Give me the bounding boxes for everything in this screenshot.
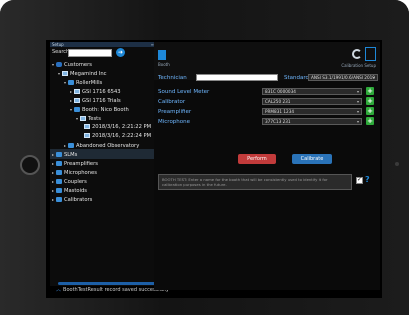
tree-item-tests[interactable]: ▾ Tests: [76, 114, 101, 123]
tree-label: Mastoids: [64, 188, 88, 194]
search-go-icon[interactable]: ➜: [116, 48, 125, 57]
tree-item-test-2[interactable]: 2018/3/16, 2:22:24 PM: [84, 132, 151, 141]
tree-item-microphones[interactable]: ▸ Microphones: [52, 168, 97, 177]
site-icon: [68, 143, 74, 148]
tree-label: GSI 1716 Trials: [82, 98, 121, 104]
tree-item-customers[interactable]: ▾ Customers: [52, 60, 92, 69]
tree-label: Customers: [64, 62, 92, 68]
calibrate-button[interactable]: Calibrate: [292, 154, 332, 164]
standard-label: Standard: [284, 75, 310, 81]
booth-label: Booth: [158, 62, 170, 67]
folder-icon: [56, 170, 62, 175]
home-button-icon[interactable]: [20, 155, 40, 175]
tree-item-slms[interactable]: ▸ SLMs: [52, 150, 77, 159]
tree-label: RollerMills: [76, 80, 103, 86]
calibration-setup-icon[interactable]: [365, 47, 376, 61]
add-slm-button[interactable]: +: [366, 87, 374, 95]
setup-title: Setup: [52, 42, 64, 47]
people-icon: [56, 62, 62, 67]
tree-item-calibrators[interactable]: ▸ Calibrators: [52, 195, 92, 204]
technician-input[interactable]: [196, 74, 278, 81]
tree-label: Couplers: [64, 179, 87, 185]
folder-icon: [56, 161, 62, 166]
device-icon: [74, 89, 80, 94]
chevron-down-icon: ▾: [356, 119, 359, 124]
microphone-label: Microphone: [158, 119, 191, 125]
slm-label: Sound Level Meter: [158, 89, 210, 95]
test-record-icon: [84, 133, 90, 138]
folder-icon: [56, 179, 62, 184]
device-icon: [74, 98, 80, 103]
tree-label: SLMs: [64, 152, 78, 158]
tree-item-booth[interactable]: ▾ Booth: Nico Booth: [70, 105, 129, 114]
booth-icon: [74, 107, 80, 112]
search-input[interactable]: [68, 49, 112, 57]
tree-item-rollermills[interactable]: ▾ RollerMills: [64, 78, 102, 87]
add-microphone-button[interactable]: +: [366, 117, 374, 125]
perform-button[interactable]: Perform: [238, 154, 276, 164]
setup-header: Setup ≡: [50, 42, 156, 47]
refresh-icon[interactable]: [352, 49, 362, 59]
tree-label: Megamind Inc: [70, 71, 107, 77]
app-screen: Setup ≡ Search ➜ ▾ Customers ▾ Megamind In…: [46, 40, 382, 298]
tree-label: 2018/3/16, 2:22:24 PM: [92, 133, 152, 139]
chevron-down-icon: ▾: [372, 75, 375, 80]
search-row: Search ➜: [50, 48, 156, 58]
folder-icon: [56, 197, 62, 202]
help-icon[interactable]: ?: [365, 175, 370, 184]
detail-panel: Booth Calibration Setup Technician Stand…: [154, 42, 380, 290]
calibrator-label: Calibrator: [158, 99, 186, 105]
microphone-select[interactable]: 377C13 231 ▾: [262, 118, 362, 125]
calibrator-select[interactable]: CAL250 231 ▾: [262, 98, 362, 105]
tree-item-couplers[interactable]: ▸ Couplers: [52, 177, 87, 186]
calibrator-value: CAL250 231: [265, 99, 291, 104]
camera-icon: [395, 162, 399, 166]
booth-note-field[interactable]: BOOTH TEST: Enter a name for the booth t…: [158, 174, 352, 190]
tree-label: Tests: [88, 116, 101, 122]
company-icon: [62, 71, 68, 76]
folder-icon: [56, 188, 62, 193]
slm-value: 831C 0000034: [265, 89, 296, 94]
search-label: Search: [52, 49, 70, 55]
tree-label: 2018/3/16, 2:21:22 PM: [92, 124, 152, 130]
standard-select[interactable]: ANSI S3.1/1991/0.6/ANSI 2019 ▾: [308, 74, 378, 81]
slm-select[interactable]: 831C 0000034 ▾: [262, 88, 362, 95]
tree-item-gsi-trials[interactable]: ▸ GSI 1716 Trials: [70, 96, 121, 105]
tablet-frame: Setup ≡ Search ➜ ▾ Customers ▾ Megamind In…: [0, 0, 409, 315]
status-bar: ︿ BoothTestResult record saved successful…: [56, 286, 169, 293]
add-calibrator-button[interactable]: +: [366, 97, 374, 105]
calibration-setup-label: Calibration Setup: [341, 63, 376, 68]
tree-label: Preamplifiers: [64, 161, 98, 167]
preamplifier-select[interactable]: PRM831 1234 ▾: [262, 108, 362, 115]
chevron-up-icon[interactable]: ︿: [56, 287, 61, 293]
tree-item-test-1[interactable]: 2018/3/16, 2:21:22 PM: [84, 123, 151, 132]
tree-label: Abandoned Observatory: [76, 143, 140, 149]
tree-label: GSI 1716 6543: [82, 89, 121, 95]
add-preamplifier-button[interactable]: +: [366, 107, 374, 115]
tree-item-abandoned[interactable]: ▸ Abandoned Observatory: [64, 141, 139, 150]
preamplifier-value: PRM831 1234: [265, 109, 295, 114]
microphone-value: 377C13 231: [265, 119, 291, 124]
tree-label: Microphones: [64, 170, 97, 176]
tree-item-preamplifiers[interactable]: ▸ Preamplifiers: [52, 159, 98, 168]
chevron-down-icon: ▾: [356, 99, 359, 104]
tree-item-gsi-6543[interactable]: ▸ GSI 1716 6543: [70, 87, 121, 96]
tree-item-mastoids[interactable]: ▸ Mastoids: [52, 186, 87, 195]
tree-label: Booth: Nico Booth: [82, 107, 129, 113]
sidebar-scrollbar[interactable]: [58, 282, 156, 285]
note-checkbox[interactable]: [356, 176, 363, 184]
status-text: BoothTestResult record saved successfull…: [63, 287, 169, 293]
technician-label: Technician: [158, 75, 187, 81]
preamplifier-label: Preamplifier: [158, 109, 192, 115]
folder-icon: [56, 152, 62, 157]
standard-value: ANSI S3.1/1991/0.6/ANSI 2019: [311, 75, 375, 80]
site-icon: [68, 80, 74, 85]
booth-icon[interactable]: [158, 50, 166, 60]
test-record-icon: [84, 124, 90, 129]
tree-label: Calibrators: [64, 197, 93, 203]
chevron-down-icon: ▾: [356, 89, 359, 94]
chevron-down-icon: ▾: [356, 109, 359, 114]
tests-icon: [80, 116, 86, 121]
tree-item-megamind[interactable]: ▾ Megamind Inc: [58, 69, 107, 78]
